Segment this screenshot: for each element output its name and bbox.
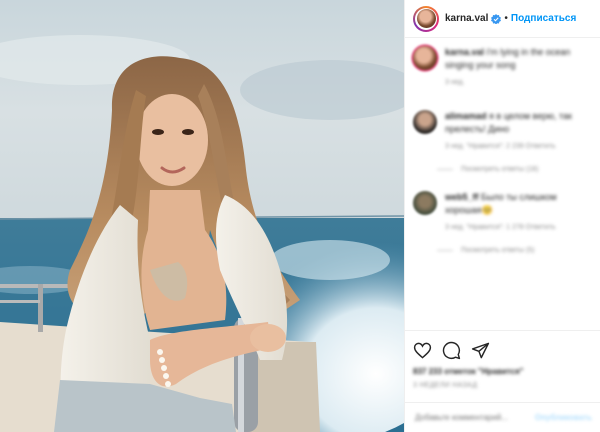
list-item: web5_ff Было ты слишком хорошая🥺 3 нед. … [413, 191, 594, 233]
comment-author[interactable]: alimamad [445, 111, 487, 121]
comment-author[interactable]: karna.val [445, 47, 484, 57]
list-item: karna.val i'm lying in the ocean singing… [413, 46, 594, 88]
comment-meta[interactable]: 3 нед. "Нравится": 1 278 Ответить [445, 223, 594, 233]
post-photo[interactable] [0, 0, 404, 432]
add-comment-bar: Опубликовать [405, 402, 600, 432]
avatar[interactable] [413, 5, 439, 32]
heart-icon[interactable] [413, 341, 432, 360]
username-link[interactable]: karna.val [445, 13, 488, 24]
verified-badge-icon [491, 13, 502, 24]
comment-meta: 3 нед. [445, 79, 465, 86]
post-actions: 837 233 отметок "Нравится" 3 НЕДЕЛИ НАЗА… [405, 330, 600, 389]
post-photo-illustration [0, 0, 404, 432]
likes-count[interactable]: 837 233 отметок "Нравится" [413, 367, 592, 376]
view-replies-link[interactable]: Посмотреть ответы (18) [437, 166, 594, 173]
list-item: alimamad я в целом верю, так прелесть! Д… [413, 110, 594, 152]
comment-input[interactable] [413, 412, 535, 423]
avatar[interactable] [413, 46, 437, 70]
comment-meta[interactable]: 3 нед. "Нравится": 2 239 Ответить [445, 142, 594, 152]
post-comment-button[interactable]: Опубликовать [535, 413, 592, 422]
comment-icon[interactable] [442, 341, 461, 360]
comments-list: karna.val i'm lying in the ocean singing… [413, 46, 594, 254]
post-header: karna.val • Подписаться [405, 0, 600, 38]
comment-author[interactable]: web5_ff [445, 192, 479, 202]
separator-dot: • [504, 13, 508, 24]
post-sidebar: karna.val • Подписаться karna.val i'm ly… [404, 0, 600, 432]
avatar[interactable] [413, 191, 437, 215]
follow-button[interactable]: Подписаться [511, 13, 576, 24]
share-icon[interactable] [471, 341, 490, 360]
post-timestamp: 3 НЕДЕЛИ НАЗАД [413, 382, 478, 389]
view-replies-link[interactable]: Посмотреть ответы (5) [437, 247, 594, 254]
avatar[interactable] [413, 110, 437, 134]
